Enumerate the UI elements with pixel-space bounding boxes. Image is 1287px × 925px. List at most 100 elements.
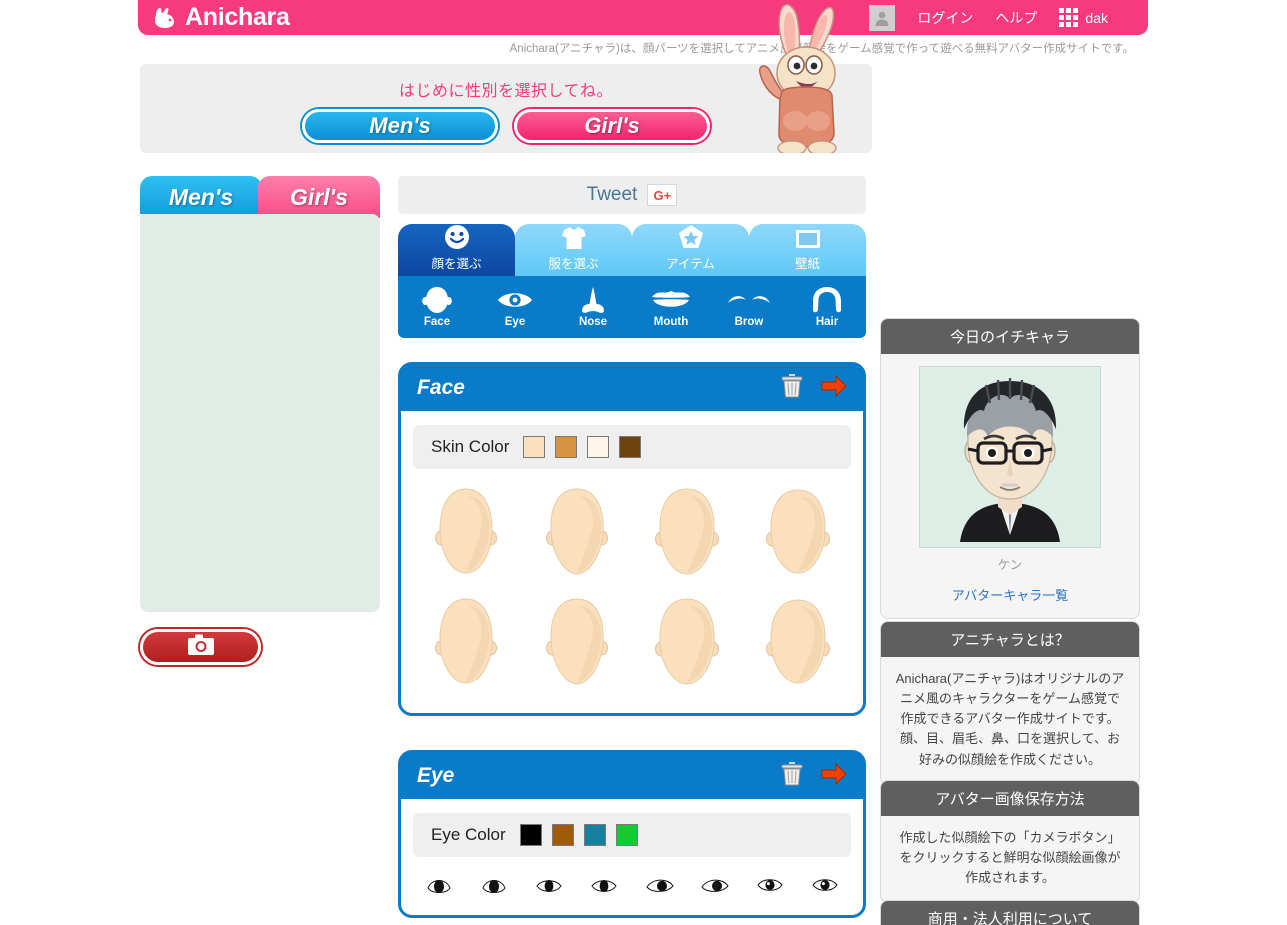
featured-character-name: ケン	[997, 558, 1023, 572]
eye-color-swatch-4[interactable]	[615, 824, 638, 846]
sidebar-card-save: アバター画像保存方法 作成した似顔絵下の「カメラボタン」をクリックすると鮮明な似…	[880, 780, 1140, 904]
tweet-button[interactable]: Tweet	[587, 184, 638, 206]
camera-icon	[186, 634, 216, 661]
face-panel-actions	[781, 373, 847, 403]
part-tab-eye[interactable]: Eye	[476, 286, 554, 328]
eye-color-swatch-2[interactable]	[551, 824, 574, 846]
part-tab-mouth[interactable]: Mouth	[632, 286, 710, 328]
eye-color-swatch-1[interactable]	[519, 824, 542, 846]
eye-thumbnail[interactable]	[522, 875, 633, 895]
account-menu[interactable]: dak	[1059, 8, 1108, 27]
avatar-preview-canvas[interactable]	[140, 214, 380, 612]
skin-color-row: Skin Color	[413, 425, 851, 469]
face-thumbnail[interactable]	[522, 477, 633, 587]
sidebar-card-about-text: Anichara(アニチャラ)はオリジナルのアニメ風のキャラクターをゲーム感覚で…	[895, 671, 1125, 767]
face-thumbnail[interactable]	[743, 587, 854, 697]
site-header: Anichara ログイン ヘルプ dak	[138, 0, 1148, 35]
tshirt-icon	[515, 224, 632, 250]
featured-avatar-image[interactable]	[919, 366, 1101, 548]
arrow-right-icon[interactable]	[821, 762, 847, 790]
part-tab-brow[interactable]: Brow	[710, 286, 788, 328]
login-link[interactable]: ログイン	[917, 8, 973, 28]
category-tab-clothes-label: 服を選ぶ	[548, 257, 599, 271]
google-plus-button[interactable]: G+	[647, 184, 678, 206]
category-tab-wallpaper-label: 壁紙	[794, 257, 820, 271]
category-tab-item[interactable]: アイテム	[632, 224, 749, 276]
face-thumbnail[interactable]	[411, 477, 522, 587]
eye-panel-actions	[781, 761, 847, 791]
part-tab-face[interactable]: Face	[398, 286, 476, 328]
user-avatar-icon[interactable]	[869, 4, 896, 31]
part-tab-nose-label: Nose	[578, 316, 608, 328]
face-thumbnail[interactable]	[743, 477, 854, 587]
face-thumbnail[interactable]	[632, 587, 743, 697]
rabbit-mascot-icon	[746, 3, 864, 156]
face-thumbnail[interactable]	[522, 587, 633, 697]
sidebar-card-featured: 今日のイチキャラ ケン アバターキャラ一覧	[880, 318, 1140, 619]
gender-select-bar: はじめに性別を選択してね。 Men's Girl's	[140, 3, 872, 156]
arrow-right-icon[interactable]	[821, 374, 847, 402]
face-thumbnail-grid	[401, 469, 863, 713]
sidebar-card-save-body: 作成した似顔絵下の「カメラボタン」をクリックすると鮮明な似顔絵画像が作成されます…	[881, 816, 1139, 902]
nose-icon	[554, 286, 632, 314]
wallpaper-frame-icon	[749, 224, 866, 250]
face-panel: Face Skin Color	[398, 362, 866, 716]
skin-color-label: Skin Color	[431, 437, 510, 456]
eye-color-row: Eye Color	[413, 813, 851, 857]
eye-thumbnail-grid	[401, 857, 863, 915]
eye-color-swatch-3[interactable]	[583, 824, 606, 846]
category-tab-face-label: 顔を選ぶ	[431, 257, 482, 271]
share-bar: Tweet G+	[398, 176, 866, 214]
eye-thumbnail[interactable]	[632, 875, 743, 895]
sidebar-card-save-text: 作成した似顔絵下の「カメラボタン」をクリックすると鮮明な似顔絵画像が作成されます…	[899, 830, 1121, 886]
sidebar-card-about-title: アニチャラとは？	[881, 622, 1139, 657]
preview-tab-girls[interactable]: Girl's	[258, 176, 380, 218]
part-tab-hair[interactable]: Hair	[788, 286, 866, 328]
app-page: Anichara ログイン ヘルプ dak Anichara(アニチャラ)は、顔…	[0, 0, 1287, 925]
sidebar-card-commercial: 商用・法人利用について	[880, 900, 1140, 925]
brand[interactable]: Anichara	[152, 3, 290, 32]
grid-apps-icon[interactable]	[1059, 8, 1079, 27]
face-thumbnail[interactable]	[632, 477, 743, 587]
category-tab-face[interactable]: 顔を選ぶ	[398, 224, 515, 276]
eye-panel-title: Eye	[417, 764, 455, 787]
help-link[interactable]: ヘルプ	[995, 8, 1037, 28]
sidebar-card-about-body: Anichara(アニチャラ)はオリジナルのアニメ風のキャラクターをゲーム感覚で…	[881, 657, 1139, 784]
header-nav: ログイン ヘルプ dak	[869, 4, 1108, 31]
eye-color-label: Eye Color	[431, 825, 506, 844]
sidebar-card-featured-title: 今日のイチキャラ	[881, 319, 1139, 354]
mouth-icon	[632, 286, 710, 314]
sidebar-card-save-title: アバター画像保存方法	[881, 781, 1139, 816]
category-tab-clothes[interactable]: 服を選ぶ	[515, 224, 632, 276]
eye-thumbnail[interactable]	[411, 875, 522, 895]
part-tab-mouth-label: Mouth	[653, 316, 689, 328]
category-tab-item-label: アイテム	[666, 257, 715, 271]
sidebar-card-about: アニチャラとは？ Anichara(アニチャラ)はオリジナルのアニメ風のキャラク…	[880, 621, 1140, 785]
select-girls-button[interactable]: Girl's	[514, 109, 710, 143]
brand-name: Anichara	[185, 3, 290, 31]
sidebar-card-commercial-title: 商用・法人利用について	[881, 901, 1139, 925]
skin-color-swatch-1[interactable]	[523, 436, 546, 458]
select-mens-button[interactable]: Men's	[302, 109, 498, 143]
account-label: dak	[1085, 9, 1108, 26]
preview-tab-mens[interactable]: Men's	[140, 176, 262, 218]
eye-thumbnail[interactable]	[743, 875, 854, 895]
avatar-character-list-link[interactable]: アバターキャラ一覧	[895, 585, 1125, 604]
part-tab-nose[interactable]: Nose	[554, 286, 632, 328]
sidebar-card-featured-body: ケン アバターキャラ一覧	[881, 354, 1139, 618]
part-tab-face-label: Face	[423, 316, 451, 328]
skin-color-swatch-2[interactable]	[555, 436, 578, 458]
category-tab-wallpaper[interactable]: 壁紙	[749, 224, 866, 276]
part-tabs: Face Eye Nose Mouth Brow Hair	[398, 276, 866, 338]
camera-capture-button[interactable]	[140, 629, 261, 665]
eye-icon	[476, 286, 554, 314]
eye-panel-header: Eye	[401, 753, 863, 799]
trash-icon[interactable]	[781, 761, 803, 791]
star-icon	[632, 224, 749, 250]
eye-panel: Eye Eye Color	[398, 750, 866, 918]
trash-icon[interactable]	[781, 373, 803, 403]
skin-color-swatch-3[interactable]	[587, 436, 610, 458]
brow-icon	[710, 286, 788, 314]
face-thumbnail[interactable]	[411, 587, 522, 697]
skin-color-swatch-4[interactable]	[619, 436, 642, 458]
